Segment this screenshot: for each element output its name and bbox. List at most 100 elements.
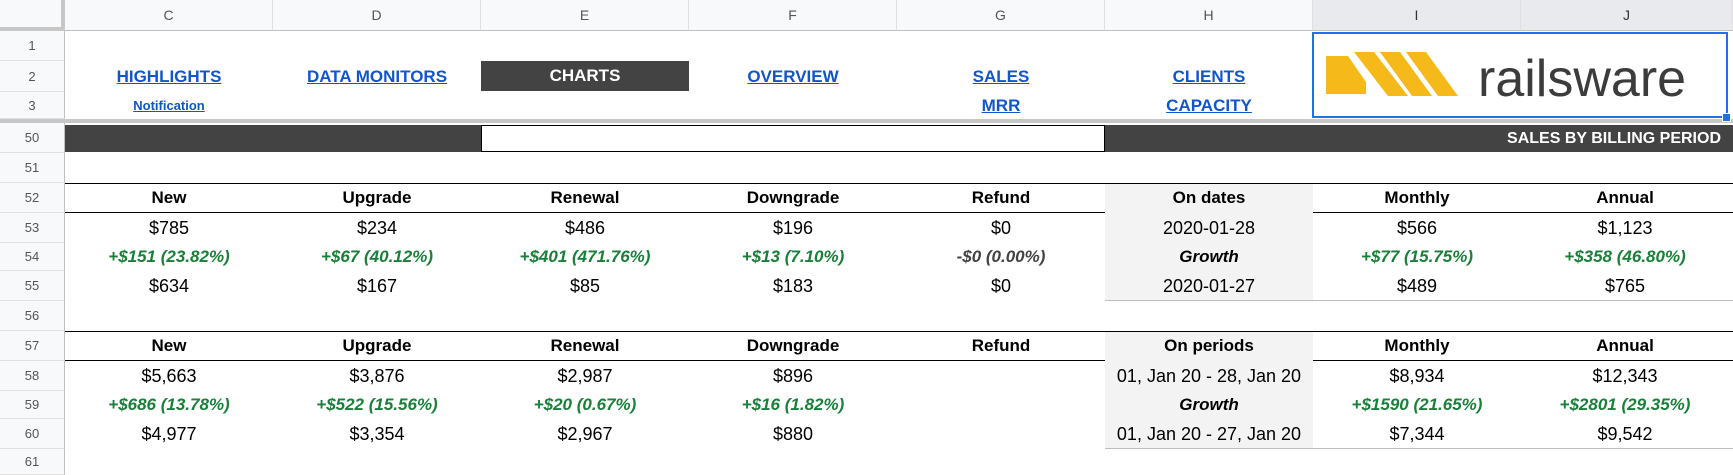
periods-current-downgrade: $896 [772,365,814,386]
dates-header-refund: Refund [971,188,1031,207]
nav-link-overview[interactable]: OVERVIEW [747,67,838,87]
periods-growth-annual: +$2801 (29.35%) [1559,395,1691,414]
row-header-1[interactable]: 1 [0,31,65,61]
dates-current-monthly: $566 [1396,217,1438,238]
dates-previous-upgrade: $167 [356,275,398,296]
nav-link-clients[interactable]: CLIENTS [1173,67,1246,87]
dates-growth-renewal: +$401 (471.76%) [519,247,651,266]
dates-current-new: $785 [148,217,190,238]
column-header-c[interactable]: C [65,0,273,31]
dates-growth-upgrade: +$67 (40.12%) [321,247,433,266]
nav-link-mrr[interactable]: MRR [982,96,1021,116]
periods-header-refund: Refund [971,336,1031,355]
periods-header-monthly: Monthly [1384,336,1450,355]
periods-growth-monthly: +$1590 (21.65%) [1351,395,1483,414]
dates-previous-annual: $765 [1604,275,1646,296]
periods-previous-downgrade: $880 [772,423,814,444]
row-header-60[interactable]: 60 [0,419,65,449]
dates-current-downgrade: $196 [772,217,814,238]
nav-item-charts-active[interactable]: CHARTS [481,61,689,91]
dates-current-refund: $0 [990,217,1012,238]
dates-current-date: 2020-01-28 [1162,217,1256,238]
dates-previous-downgrade: $183 [772,275,814,296]
periods-growth-label: Growth [1179,395,1239,414]
periods-growth-renewal: +$20 (0.67%) [533,395,637,414]
selection-resize-handle[interactable] [1722,113,1731,122]
periods-current-range: 01, Jan 20 - 28, Jan 20 [1116,365,1302,386]
periods-previous-range: 01, Jan 20 - 27, Jan 20 [1116,423,1302,444]
row-header-59[interactable]: 59 [0,391,65,419]
periods-current-new: $5,663 [141,365,197,386]
periods-growth-downgrade: +$16 (1.82%) [741,395,845,414]
column-header-g[interactable]: G [897,0,1105,31]
dates-growth-downgrade: +$13 (7.10%) [741,247,845,266]
dates-previous-refund: $0 [990,275,1012,296]
row-header-51[interactable]: 51 [0,153,65,183]
periods-header-upgrade: Upgrade [342,336,412,355]
periods-current-renewal: $2,987 [557,365,613,386]
periods-current-upgrade: $3,876 [349,365,405,386]
dates-header-upgrade: Upgrade [342,188,412,207]
select-all-corner[interactable] [0,0,65,31]
dates-previous-renewal: $85 [569,275,601,296]
column-header-d[interactable]: D [273,0,481,31]
periods-previous-new: $4,977 [141,423,197,444]
empty-header-cell [481,125,1105,152]
row-header-57[interactable]: 57 [0,331,65,361]
row-header-54[interactable]: 54 [0,243,65,271]
logo-wordmark: railsware [1478,50,1686,108]
railsware-logo[interactable]: railsware [1312,32,1728,118]
dates-header-new: New [151,188,187,207]
row-header-55[interactable]: 55 [0,271,65,301]
railsware-logo-mark: railsware [1326,50,1686,108]
periods-header-downgrade: Downgrade [746,336,840,355]
periods-previous-refund [897,419,1105,449]
periods-previous-upgrade: $3,354 [349,423,405,444]
dates-previous-new: $634 [148,275,190,296]
dates-growth-annual: +$358 (46.80%) [1564,247,1686,266]
row-header-58[interactable]: 58 [0,361,65,391]
dates-growth-monthly: +$77 (15.75%) [1361,247,1473,266]
dates-current-upgrade: $234 [356,217,398,238]
row-header-3[interactable]: 3 [0,92,65,119]
section-title: SALES BY BILLING PERIOD [1105,125,1733,152]
nav-link-capacity[interactable]: CAPACITY [1166,96,1252,116]
dates-header-downgrade: Downgrade [746,188,840,207]
dates-header-on-dates: On dates [1172,188,1246,207]
periods-current-refund [897,361,1105,391]
row-header-2[interactable]: 2 [0,61,65,92]
dates-growth-label: Growth [1179,247,1239,266]
column-header-f[interactable]: F [689,0,897,31]
periods-header-new: New [151,336,187,355]
periods-current-annual: $12,343 [1592,365,1658,386]
row-header-52[interactable]: 52 [0,183,65,213]
column-header-e[interactable]: E [481,0,689,31]
periods-previous-monthly: $7,344 [1389,423,1445,444]
dates-header-annual: Annual [1596,188,1654,207]
nav-link-sales[interactable]: SALES [973,67,1030,87]
spreadsheet-grid: C D E F G H I J 1 2 3 50 51 52 53 54 55 … [0,0,1733,475]
periods-growth-upgrade: +$522 (15.56%) [316,395,438,414]
nav-link-highlights[interactable]: HIGHLIGHTS [117,67,222,87]
column-header-i[interactable]: I [1313,0,1521,31]
dates-current-annual: $1,123 [1597,217,1653,238]
column-header-h[interactable]: H [1105,0,1313,31]
nav-link-data-monitors[interactable]: DATA MONITORS [307,67,447,87]
periods-header-annual: Annual [1596,336,1654,355]
nav-link-notification[interactable]: Notification [133,98,205,113]
periods-current-monthly: $8,934 [1389,365,1445,386]
periods-growth-new: +$686 (13.78%) [108,395,230,414]
row-header-50[interactable]: 50 [0,123,65,153]
dark-header-bar-left [65,125,481,152]
dates-previous-date: 2020-01-27 [1162,275,1256,296]
row-header-53[interactable]: 53 [0,213,65,243]
dates-header-monthly: Monthly [1384,188,1450,207]
column-header-j[interactable]: J [1521,0,1733,31]
periods-header-renewal: Renewal [550,336,620,355]
periods-header-on-periods: On periods [1164,336,1254,355]
row-header-61[interactable]: 61 [0,449,65,475]
dates-previous-monthly: $489 [1396,275,1438,296]
dates-header-renewal: Renewal [550,188,620,207]
periods-previous-annual: $9,542 [1597,423,1653,444]
row-header-56[interactable]: 56 [0,301,65,331]
